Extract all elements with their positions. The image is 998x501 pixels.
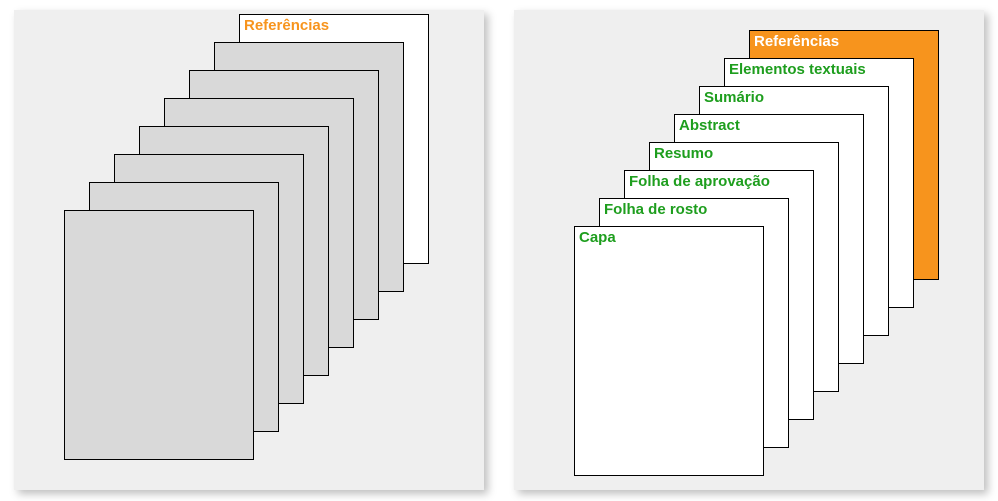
left-stack-panel: Referências bbox=[14, 10, 484, 490]
page-label: Folha de rosto bbox=[604, 201, 707, 218]
page-label: Elementos textuais bbox=[729, 61, 866, 78]
right-stack-panel: Referências Elementos textuais Sumário A… bbox=[514, 10, 984, 490]
page-label: Capa bbox=[579, 229, 616, 246]
page-label: Resumo bbox=[654, 145, 713, 162]
page-label: Folha de aprovação bbox=[629, 173, 770, 190]
page-label: Sumário bbox=[704, 89, 764, 106]
page-label: Abstract bbox=[679, 117, 740, 134]
page-capa: Capa bbox=[574, 226, 764, 476]
page-blank bbox=[64, 210, 254, 460]
page-label: Referências bbox=[754, 33, 839, 50]
page-label: Referências bbox=[244, 17, 329, 34]
